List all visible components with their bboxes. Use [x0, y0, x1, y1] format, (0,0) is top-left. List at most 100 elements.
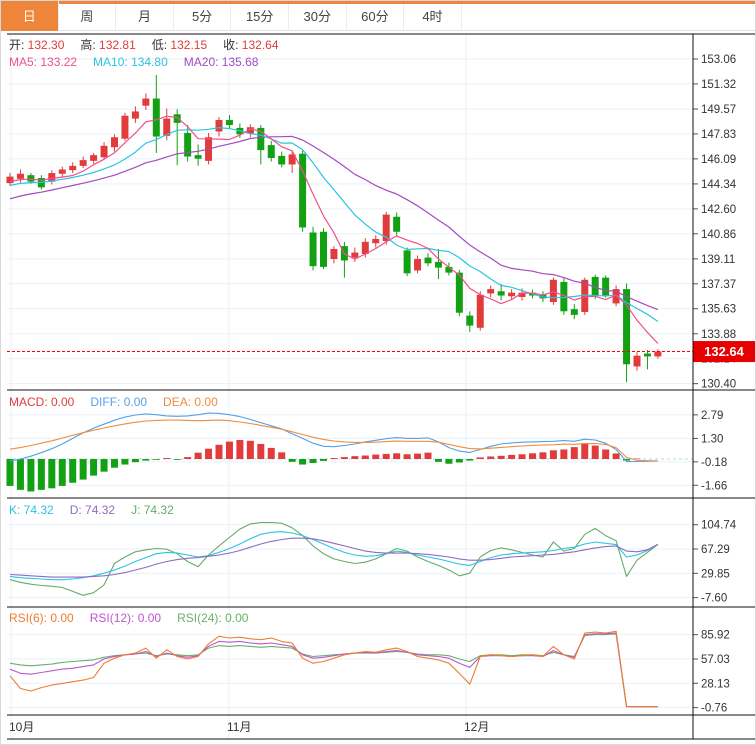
macd-bar — [456, 459, 463, 462]
axis-label: 67.29 — [701, 544, 730, 556]
macd-bar — [487, 456, 494, 459]
candle — [7, 177, 14, 183]
candle — [121, 116, 128, 139]
axis-label: -7.60 — [701, 593, 727, 605]
tab-period-2[interactable]: 周 — [59, 4, 117, 30]
candle — [654, 352, 661, 357]
macd-bar — [278, 452, 285, 459]
candle — [393, 217, 400, 232]
tab-period-7[interactable]: 60分 — [347, 4, 405, 30]
axis-label: 135.63 — [701, 304, 736, 316]
tab-period-1[interactable]: 日 — [1, 1, 59, 31]
axis-label: 2.79 — [701, 410, 723, 422]
macd-bar — [59, 459, 66, 486]
macd-bar — [153, 459, 160, 460]
rsi6-line — [10, 631, 658, 706]
candle — [111, 137, 118, 147]
macd-bar — [216, 445, 223, 459]
last-price-tag-label: 132.64 — [704, 344, 745, 359]
tab-period-8[interactable]: 4时 — [404, 4, 462, 30]
axis-label: 151.32 — [701, 79, 736, 91]
candle — [351, 253, 358, 258]
macd-bar — [581, 443, 588, 459]
macd-bar — [236, 440, 243, 459]
macd-bar — [404, 454, 411, 459]
macd-bar — [101, 459, 108, 472]
macd-bar — [592, 446, 599, 459]
macd-bar — [362, 456, 369, 459]
axis-label: 147.83 — [701, 129, 736, 141]
candle — [195, 155, 202, 159]
axis-label: 142.60 — [701, 204, 736, 216]
macd-bar — [163, 458, 170, 459]
macd-bar — [372, 455, 379, 459]
axis-label: 133.88 — [701, 329, 736, 341]
axis-label: 57.03 — [701, 654, 730, 666]
kdj-j-line — [10, 523, 658, 596]
axis-label: 146.09 — [701, 154, 736, 166]
candle — [90, 155, 97, 161]
macd-bar — [226, 442, 233, 459]
macd-bar — [121, 459, 128, 465]
macd-bar — [7, 459, 14, 486]
macd-bar — [142, 459, 149, 461]
tab-period-5[interactable]: 15分 — [231, 4, 289, 30]
macd-bar — [111, 459, 118, 468]
candle — [425, 258, 432, 264]
axis-label: 153.06 — [701, 54, 736, 66]
macd-bar — [38, 459, 45, 490]
candle — [571, 309, 578, 315]
chart-window: 日周月5分15分30分60分4时 开: 132.30高: 132.81低: 13… — [0, 0, 756, 745]
candle — [508, 293, 515, 297]
macd-bar — [17, 459, 24, 490]
candle — [550, 280, 557, 302]
chart-canvas[interactable]: 153.06151.32149.57147.83146.09144.34142.… — [1, 1, 756, 745]
macd-bar — [519, 454, 526, 459]
axis-label: 130.40 — [701, 379, 736, 391]
macd-bar — [330, 458, 337, 459]
candle — [602, 278, 609, 297]
candle — [435, 262, 442, 268]
axis-label: -1.66 — [701, 480, 727, 492]
candle — [330, 249, 337, 259]
candle — [320, 232, 327, 267]
macd-bar — [383, 454, 390, 459]
macd-bar — [425, 453, 432, 459]
candle — [153, 99, 160, 137]
candle — [216, 120, 223, 131]
macd-bar — [268, 448, 275, 459]
candle — [268, 145, 275, 158]
candle — [80, 160, 87, 166]
candle — [487, 289, 494, 293]
tab-period-4[interactable]: 5分 — [174, 4, 232, 30]
macd-bar — [560, 450, 567, 459]
macd-bar — [508, 455, 515, 459]
macd-bar — [602, 450, 609, 459]
tab-period-6[interactable]: 30分 — [289, 4, 347, 30]
candle — [27, 175, 34, 181]
candle — [17, 174, 24, 179]
macd-bar — [351, 456, 358, 459]
macd-bar — [571, 447, 578, 459]
macd-bar — [132, 459, 139, 462]
axis-label: 149.57 — [701, 104, 736, 116]
axis-label: 1.30 — [701, 433, 723, 445]
candle — [174, 114, 181, 123]
candle — [101, 146, 108, 157]
macd-bar — [393, 453, 400, 459]
macd-bar — [299, 459, 306, 465]
candle — [278, 156, 285, 165]
macd-bar — [195, 453, 202, 459]
candle — [372, 239, 379, 243]
macd-bar — [498, 456, 505, 459]
macd-bar — [435, 459, 442, 462]
axis-label: 85.92 — [701, 630, 730, 642]
macd-bar — [414, 454, 421, 459]
axis-label: 139.11 — [701, 254, 735, 266]
macd-bar — [613, 453, 620, 459]
candle — [466, 316, 473, 326]
candle — [226, 120, 233, 125]
macd-bar — [529, 453, 536, 459]
tab-period-3[interactable]: 月 — [116, 4, 174, 30]
macd-bar — [289, 459, 296, 462]
